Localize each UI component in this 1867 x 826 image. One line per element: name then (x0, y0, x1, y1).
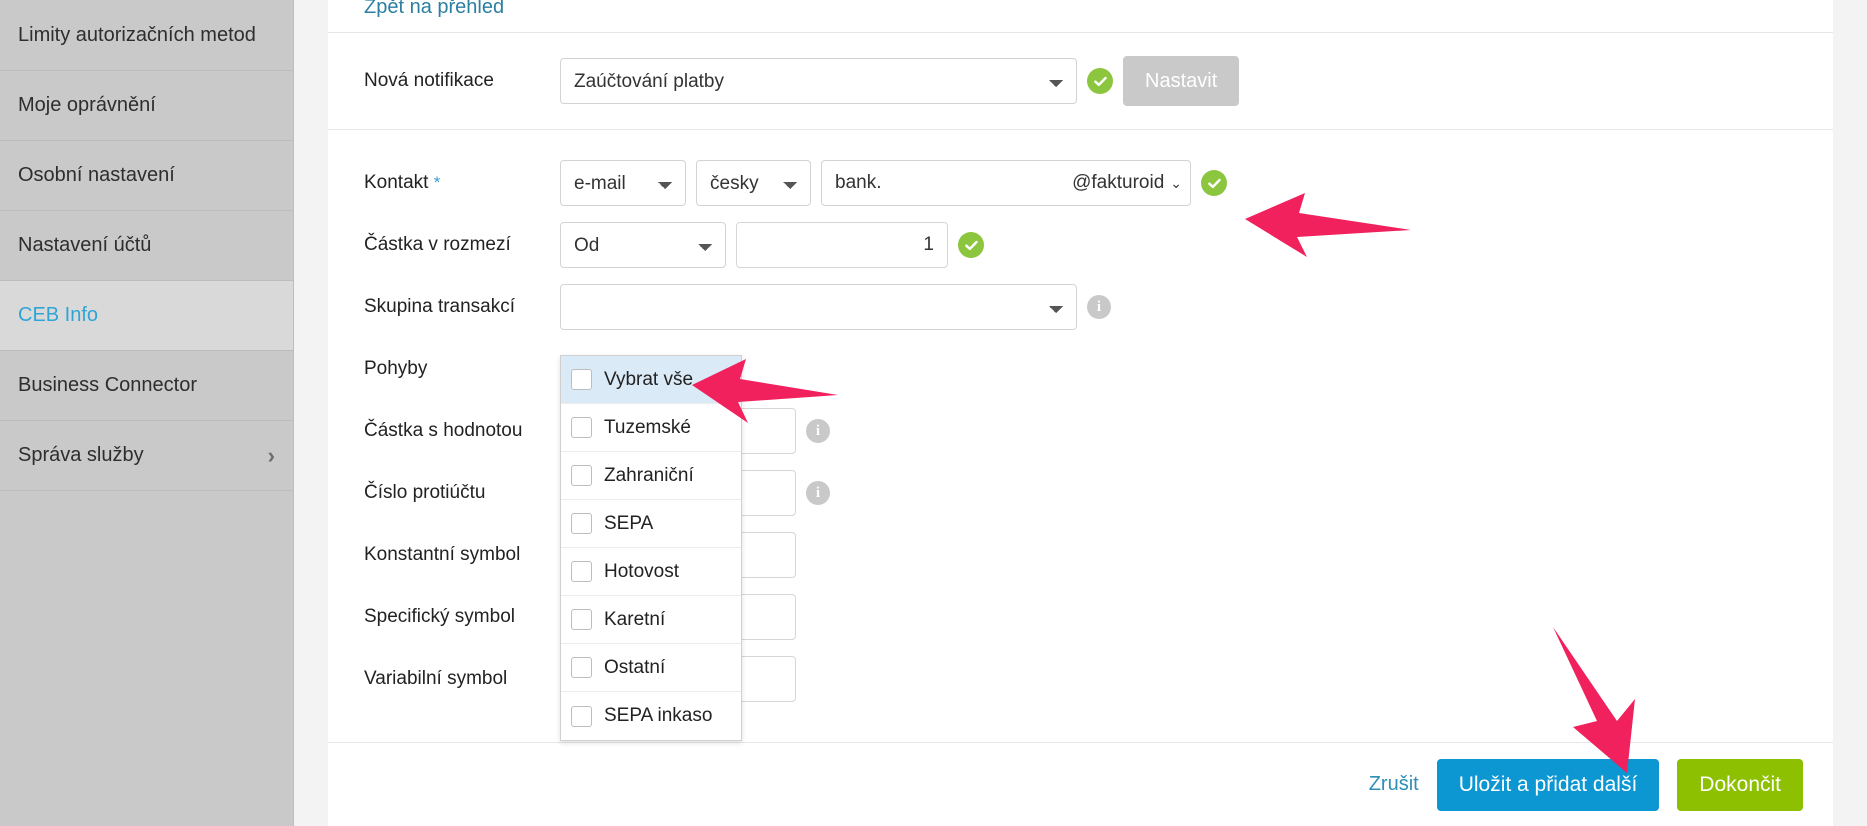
transaction-group-dropdown-panel[interactable]: Vybrat vše Tuzemské Zahraniční SEPA Hoto… (560, 355, 742, 741)
label-amount-with-value: Částka s hodnotou (364, 420, 523, 441)
sidebar-empty-area (0, 491, 293, 826)
contact-channel-select[interactable]: e-mail (560, 160, 686, 206)
info-icon[interactable]: i (1087, 295, 1111, 319)
main-area: Zpět na přehled Nová notifikace Zaúčtová… (294, 0, 1867, 826)
divider (328, 129, 1833, 130)
app-window: Limity autorizačních metod Moje oprávněn… (0, 0, 1867, 826)
row-contact: Kontakt * e-mail česky bank. @fakturoid (364, 152, 1797, 214)
label-new-notification: Nová notifikace (364, 70, 494, 91)
contact-email-domain: @fakturoid (1072, 172, 1165, 193)
check-circle-icon (958, 232, 984, 258)
label-contact: Kontakt * (364, 172, 560, 194)
chevron-right-icon: › (267, 442, 275, 468)
sidebar-item-ceb-info[interactable]: CEB Info (0, 281, 293, 351)
dropdown-item-sepa-inkaso[interactable]: SEPA inkaso (561, 692, 741, 740)
check-circle-icon (1201, 170, 1227, 196)
dropdown-item-label: Zahraniční (604, 464, 694, 486)
sidebar-item-nastaveni-uctu[interactable]: Nastavení účtů (0, 211, 293, 281)
sidebar-item-label: Nastavení účtů (18, 234, 152, 256)
sidebar-item-label: Limity autorizačních metod (18, 23, 256, 46)
form-card: Zpět na přehled Nová notifikace Zaúčtová… (328, 0, 1833, 826)
sidebar-item-moje-opravneni[interactable]: Moje oprávnění (0, 71, 293, 141)
dropdown-item-select-all[interactable]: Vybrat vše (561, 356, 741, 404)
label-specific-symbol: Specifický symbol (364, 606, 515, 627)
save-and-add-another-button[interactable]: Uložit a přidat další (1436, 758, 1660, 811)
contact-email-user: bank. (835, 172, 882, 193)
checkbox-icon[interactable] (571, 705, 592, 727)
dropdown-item-label: SEPA (604, 512, 654, 534)
control-amount-range: Od (560, 222, 984, 268)
sidebar-item-label: Správa služby (18, 444, 144, 466)
sidebar-item-label: Osobní nastavení (18, 164, 175, 186)
label-constant-symbol: Konstantní symbol (364, 544, 521, 565)
info-icon[interactable]: i (806, 419, 830, 443)
cancel-link[interactable]: Zrušit (1369, 773, 1419, 796)
dropdown-item-zahranicni[interactable]: Zahraniční (561, 452, 741, 500)
row-transaction-group: Skupina transakcí i (364, 276, 1797, 338)
checkbox-icon[interactable] (571, 465, 592, 486)
dropdown-item-hotovost[interactable]: Hotovost (561, 548, 741, 596)
control-new-notification: Zaúčtování platby Nastavit (560, 56, 1240, 106)
dropdown-item-label: Hotovost (604, 560, 679, 582)
finish-button[interactable]: Dokončit (1677, 758, 1803, 811)
required-marker: * (433, 173, 441, 192)
row-new-notification: Nová notifikace Zaúčtování platby Nastav… (364, 33, 1797, 129)
label-amount-range: Částka v rozmezí (364, 234, 511, 255)
sidebar-item-business-connector[interactable]: Business Connector (0, 351, 293, 421)
checkbox-icon[interactable] (571, 561, 592, 582)
sidebar: Limity autorizačních metod Moje oprávněn… (0, 0, 294, 826)
new-notification-select[interactable]: Zaúčtování platby (560, 58, 1077, 104)
sidebar-item-sprava-sluzby[interactable]: Správa služby › (0, 421, 293, 491)
check-circle-icon (1087, 68, 1113, 94)
sidebar-item-label: CEB Info (18, 304, 99, 326)
label-contact-text: Kontakt (364, 172, 429, 193)
sidebar-item-limity[interactable]: Limity autorizačních metod (0, 0, 293, 71)
back-to-overview-link[interactable]: Zpět na přehled (364, 0, 504, 19)
dropdown-item-tuzemske[interactable]: Tuzemské (561, 404, 741, 452)
row-amount-range: Částka v rozmezí Od (364, 214, 1797, 276)
checkbox-icon[interactable] (571, 657, 592, 678)
amount-range-input[interactable] (736, 222, 948, 268)
amount-range-operator-select[interactable]: Od (560, 222, 726, 268)
label-transaction-group: Skupina transakcí (364, 296, 516, 317)
contact-email-field[interactable]: bank. @fakturoid ⌄ (821, 160, 1191, 206)
dropdown-item-karetni[interactable]: Karetní (561, 596, 741, 644)
dropdown-item-label: Vybrat vše (604, 368, 694, 390)
label-movements: Pohyby (364, 358, 428, 379)
chevron-down-icon[interactable]: ⌄ (1170, 175, 1182, 192)
form-footer: Zrušit Uložit a přidat další Dokončit (328, 742, 1833, 826)
label-counter-account: Číslo protiúčtu (364, 482, 486, 503)
sidebar-item-osobni-nastaveni[interactable]: Osobní nastavení (0, 141, 293, 211)
checkbox-icon[interactable] (571, 417, 592, 438)
checkbox-icon[interactable] (571, 609, 592, 630)
dropdown-item-ostatni[interactable]: Ostatní (561, 644, 741, 692)
control-transaction-group: i (560, 284, 1111, 330)
info-icon[interactable]: i (806, 481, 830, 505)
sidebar-item-label: Moje oprávnění (18, 94, 156, 116)
dropdown-item-sepa[interactable]: SEPA (561, 500, 741, 548)
label-variable-symbol: Variabilní symbol (364, 668, 508, 689)
dropdown-item-label: SEPA inkaso (604, 705, 713, 726)
form-section: Nová notifikace Zaúčtování platby Nastav… (328, 33, 1833, 129)
control-contact: e-mail česky bank. @fakturoid ⌄ (560, 160, 1227, 206)
dropdown-item-label: Karetní (604, 608, 666, 630)
dropdown-item-label: Tuzemské (604, 416, 691, 438)
fields-section: Kontakt * e-mail česky bank. @fakturoid (328, 152, 1833, 710)
checkbox-icon[interactable] (571, 369, 592, 390)
checkbox-icon[interactable] (571, 513, 592, 534)
transaction-group-select[interactable] (560, 284, 1077, 330)
setup-button[interactable]: Nastavit (1123, 56, 1240, 106)
dropdown-item-label: Ostatní (604, 656, 666, 678)
contact-language-select[interactable]: česky (696, 160, 811, 206)
sidebar-item-label: Business Connector (18, 374, 197, 396)
back-link-row: Zpět na přehled (328, 0, 1833, 32)
